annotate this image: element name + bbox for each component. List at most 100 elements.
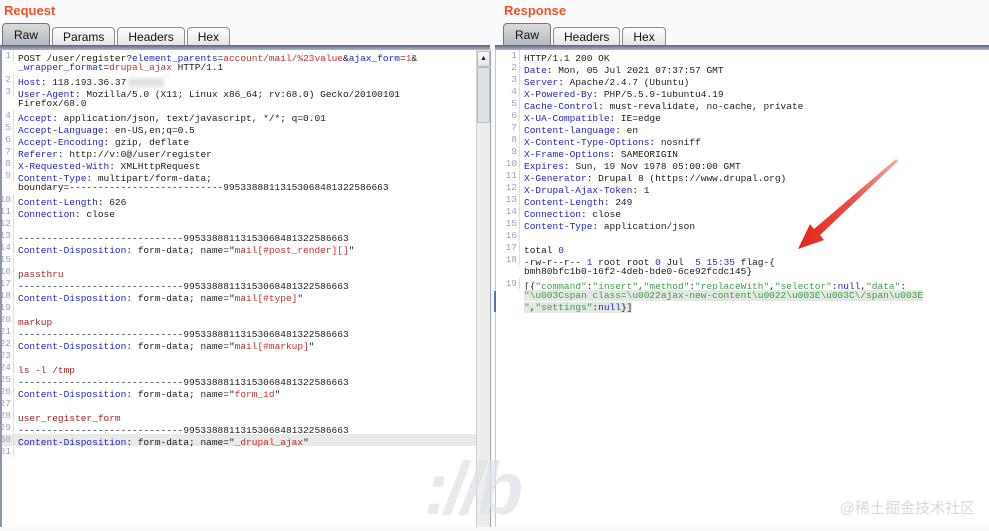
code-line: 19 [{"command":"insert","method":"replace… (496, 278, 989, 292)
line-number: 21 (2, 326, 14, 337)
line-number: 17 (496, 242, 520, 253)
line-number: 4 (2, 110, 14, 121)
response-tab-bar: Raw Headers Hex (503, 23, 989, 47)
code-line: 26Content-Disposition: form-data; name="… (2, 386, 476, 400)
code-line: bmh80bfc1b0-16f2-4deb-bde0-6ce92fcdc145} (524, 266, 753, 277)
line-number: 31 (2, 446, 14, 457)
code-line: 3 Server: Apache/2.4.7 (Ubuntu) (496, 74, 989, 88)
code-line: 9 Content-Type: multipart/form-data; (2, 170, 476, 184)
line-number: 11 (2, 206, 14, 217)
censored-port (128, 77, 165, 87)
line-number: 10 (496, 158, 520, 169)
line-number: 19 (496, 278, 520, 289)
line-number: 24 (2, 362, 14, 373)
line-number: 16 (2, 266, 14, 277)
code-line: 1 HTTP/1.1 200 OK (496, 50, 989, 64)
line-number: 2 (496, 62, 520, 73)
line-number: 7 (2, 146, 14, 157)
code-line: ","settings":null}] (524, 302, 633, 313)
code-line: 18 -rw-r--r-- 1 root root 0 Jul 5 15:35 f… (496, 254, 989, 268)
code-line: boundary=---------------------------9953… (18, 182, 389, 193)
line-number: 15 (2, 254, 14, 265)
response-panel-title: Response (504, 3, 567, 18)
code-line: 6 Accept-Encoding: gzip, deflate (2, 134, 476, 148)
line-number: 17 (2, 278, 14, 289)
burp-request-response-view: Request Raw Params Headers Hex 1 POST /user/… (0, 0, 989, 530)
code-line: 20markup (2, 314, 476, 328)
request-tab-bar: Raw Params Headers Hex (2, 23, 490, 47)
scroll-up-button[interactable]: ▲ (477, 51, 490, 67)
line-number: 13 (496, 194, 520, 205)
tab-headers[interactable]: Headers (117, 27, 185, 47)
code-line: 5 Cache-Control: must-revalidate, no-cach… (496, 98, 989, 112)
line-number: 18 (2, 290, 14, 301)
line-number: 27 (2, 398, 14, 409)
code-line: 7 Referer: http://v:0@/user/register (2, 146, 476, 160)
line-number: 9 (2, 170, 14, 181)
line-number: 4 (496, 86, 520, 97)
request-panel-title: Request (4, 3, 56, 18)
code-line: 17-----------------------------995338881… (2, 278, 476, 292)
line-number: 3 (496, 74, 520, 85)
line-number: 14 (2, 242, 14, 253)
tab-raw[interactable]: Raw (503, 23, 552, 45)
response-raw-editor[interactable]: 1 HTTP/1.1 200 OK 2 Date: Mon, 05 Jul 2021 … (495, 50, 989, 527)
line-number: 1 (496, 50, 520, 61)
code-line: 29-----------------------------995338881… (2, 422, 476, 436)
code-line: 24ls -l /tmp (2, 362, 476, 376)
request-raw-editor[interactable]: 1 POST /user/register?element_parents=acc… (0, 50, 476, 527)
line-number: 30 (2, 434, 14, 445)
line-number: 26 (2, 386, 14, 397)
code-line: 18Content-Disposition: form-data; name="… (2, 290, 476, 304)
code-line: "\u003Cspan class=\u0022ajax-new-content… (524, 290, 924, 301)
code-line: 10Content-Length: 626 (2, 194, 476, 208)
code-line: 17 total 0 (496, 242, 989, 256)
tab-hex[interactable]: Hex (622, 27, 666, 47)
line-number: 2 (2, 74, 14, 85)
line-number: 6 (496, 110, 520, 121)
code-line: 25-----------------------------995338881… (2, 374, 476, 388)
line-number: 1 (2, 50, 14, 61)
line-number: 14 (496, 206, 520, 217)
line-number: 29 (2, 422, 14, 433)
code-line: 10 Expires: Sun, 19 Nov 1978 05:00:00 GMT (496, 158, 989, 172)
tab-raw[interactable]: Raw (2, 23, 51, 45)
line-number: 9 (496, 146, 520, 157)
code-line: 2 Host: 118.193.36.37 (2, 74, 476, 88)
code-line: 11 X-Generator: Drupal 8 (https://www.dru… (496, 170, 989, 184)
tab-params[interactable]: Params (52, 27, 116, 47)
code-line: 2 Date: Mon, 05 Jul 2021 07:37:57 GMT (496, 62, 989, 76)
line-number: 5 (2, 122, 14, 133)
line-number: 6 (2, 134, 14, 145)
tab-hex[interactable]: Hex (186, 27, 231, 47)
line-number: 23 (2, 350, 14, 361)
scroll-up-icon: ▲ (480, 55, 487, 62)
line-number: 18 (496, 254, 520, 265)
line-number: 7 (496, 122, 520, 133)
line-number: 28 (2, 410, 14, 421)
code-line: 30Content-Disposition: form-data; name="… (2, 434, 476, 448)
line-number: 10 (2, 194, 14, 205)
line-number: 25 (2, 374, 14, 385)
code-line: 8 X-Requested-With: XMLHttpRequest (2, 158, 476, 172)
line-number: 19 (2, 302, 14, 313)
code-line: 14Content-Disposition: form-data; name="… (2, 242, 476, 256)
code-line: 15 Content-Type: application/json (496, 218, 989, 232)
code-line: 8 X-Content-Type-Options: nosniff (496, 134, 989, 148)
line-number: 5 (496, 98, 520, 109)
request-scrollbar[interactable]: ▲ (476, 50, 491, 527)
code-line: 13 Content-Length: 249 (496, 194, 989, 208)
code-line: 1 POST /user/register?element_parents=acc… (2, 50, 476, 64)
response-panel: Response Raw Headers Hex 1 HTTP/1.1 200 OK 2… (495, 0, 989, 527)
line-number: 12 (2, 218, 14, 229)
line-number: 13 (2, 230, 14, 241)
line-number: 12 (496, 182, 520, 193)
line-number: 15 (496, 218, 520, 229)
tab-headers[interactable]: Headers (553, 27, 621, 47)
code-line: 21-----------------------------995338881… (2, 326, 476, 340)
code-line: 4 X-Powered-By: PHP/5.5.9-1ubuntu4.19 (496, 86, 989, 100)
scrollbar-thumb[interactable] (477, 67, 490, 123)
code-line: 22Content-Disposition: form-data; name="… (2, 338, 476, 352)
line-number: 8 (2, 158, 14, 169)
code-line: 28user_register_form (2, 410, 476, 424)
